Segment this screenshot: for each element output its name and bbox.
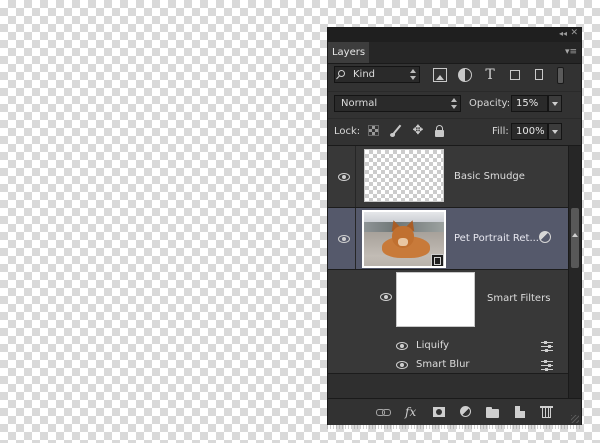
resize-grip-icon[interactable] [571,415,579,423]
smart-filter-mask-thumbnail[interactable] [396,272,475,327]
panel-titlebar[interactable]: ◂◂ ✕ [328,28,581,42]
tab-layers[interactable]: Layers [328,42,369,63]
filter-toggle-switch[interactable] [557,67,564,84]
layers-list: Basic Smudge Pet Portrait Ret... Smart F… [328,146,568,398]
layers-scrollbar[interactable] [568,146,581,398]
layer-row-basic-smudge[interactable]: Basic Smudge [328,146,568,208]
new-layer-icon[interactable] [513,405,527,419]
layer-name: Basic Smudge [454,171,525,182]
new-group-icon[interactable] [486,405,500,419]
updown-arrows-icon [410,69,416,80]
filter-kind-label: Kind [353,69,376,80]
fill-label: Fill: [492,126,509,137]
visibility-column [328,208,356,269]
fill-input[interactable]: 100% [511,123,548,140]
smart-object-badge-icon [431,254,444,266]
pet-portrait-thumbnail [362,210,446,268]
filter-blending-options-icon[interactable] [541,341,553,352]
empty-list-area [328,374,568,398]
lock-image-pixels-icon[interactable] [390,125,402,137]
layer-thumbnail [364,149,444,202]
filter-name: Smart Blur [416,359,470,370]
filter-name: Liquify [416,340,450,351]
lock-bar: Lock: ✥ Fill: 100% [328,118,581,146]
visibility-column [328,146,356,207]
blend-mode-value: Normal [341,98,378,109]
pixel-filter-icon[interactable] [433,68,447,82]
eye-icon[interactable] [396,361,408,369]
lock-all-icon[interactable] [434,125,446,137]
shape-filter-icon[interactable] [508,68,522,82]
fx-icon[interactable]: fx [405,405,419,419]
smart-filters-label: Smart Filters [487,293,551,304]
blend-mode-select[interactable]: Normal [334,95,461,112]
panel-menu-icon[interactable]: ▾≡ [565,47,577,57]
scroll-up-icon[interactable] [572,233,578,237]
search-icon [338,70,345,77]
filter-kind-select[interactable]: Kind [334,66,420,83]
updown-arrows-icon [451,98,457,109]
adjustment-filter-icon[interactable] [458,68,472,82]
close-icon[interactable]: ✕ [570,28,578,38]
smart-object-filter-icon[interactable] [532,68,546,82]
lock-label: Lock: [334,126,361,137]
filter-blending-options-icon[interactable] [541,360,553,371]
smart-filters-row[interactable]: Smart Filters [328,270,568,336]
blend-bar: Normal Opacity: 15% [328,91,581,118]
scroll-thumb[interactable] [571,208,579,268]
add-mask-icon[interactable] [432,405,446,419]
eye-icon[interactable] [338,235,350,243]
layers-panel: ◂◂ ✕ Layers ▾≡ Kind T Normal Opacity: 15… [327,27,582,425]
trash-icon[interactable] [540,405,554,419]
opacity-input[interactable]: 15% [511,95,548,112]
lock-position-icon[interactable]: ✥ [412,124,424,137]
eye-icon[interactable] [338,173,350,181]
adjustment-layer-icon[interactable] [459,405,473,419]
layer-row-pet-portrait[interactable]: Pet Portrait Ret... [328,208,568,270]
filter-row-liquify[interactable]: Liquify [328,336,568,355]
fill-dropdown-button[interactable] [548,123,562,140]
link-layers-icon[interactable] [376,405,391,419]
eye-icon[interactable] [380,293,392,301]
filter-bar: Kind T [328,64,581,90]
smart-filters-indicator-icon[interactable] [539,231,551,243]
collapse-icon[interactable]: ◂◂ [559,29,567,38]
opacity-dropdown-button[interactable] [548,95,562,112]
thumbnail-dog-snout [398,238,408,246]
filter-row-smart-blur[interactable]: Smart Blur [328,355,568,374]
bottom-toolbar: fx [328,398,581,425]
layer-name: Pet Portrait Ret... [454,233,539,244]
type-filter-icon[interactable]: T [483,68,497,82]
opacity-label: Opacity: [469,98,511,109]
tab-row: Layers ▾≡ [328,42,581,64]
eye-icon[interactable] [396,342,408,350]
panel-bottom-edge [327,425,582,429]
lock-transparent-pixels-icon[interactable] [368,125,379,136]
